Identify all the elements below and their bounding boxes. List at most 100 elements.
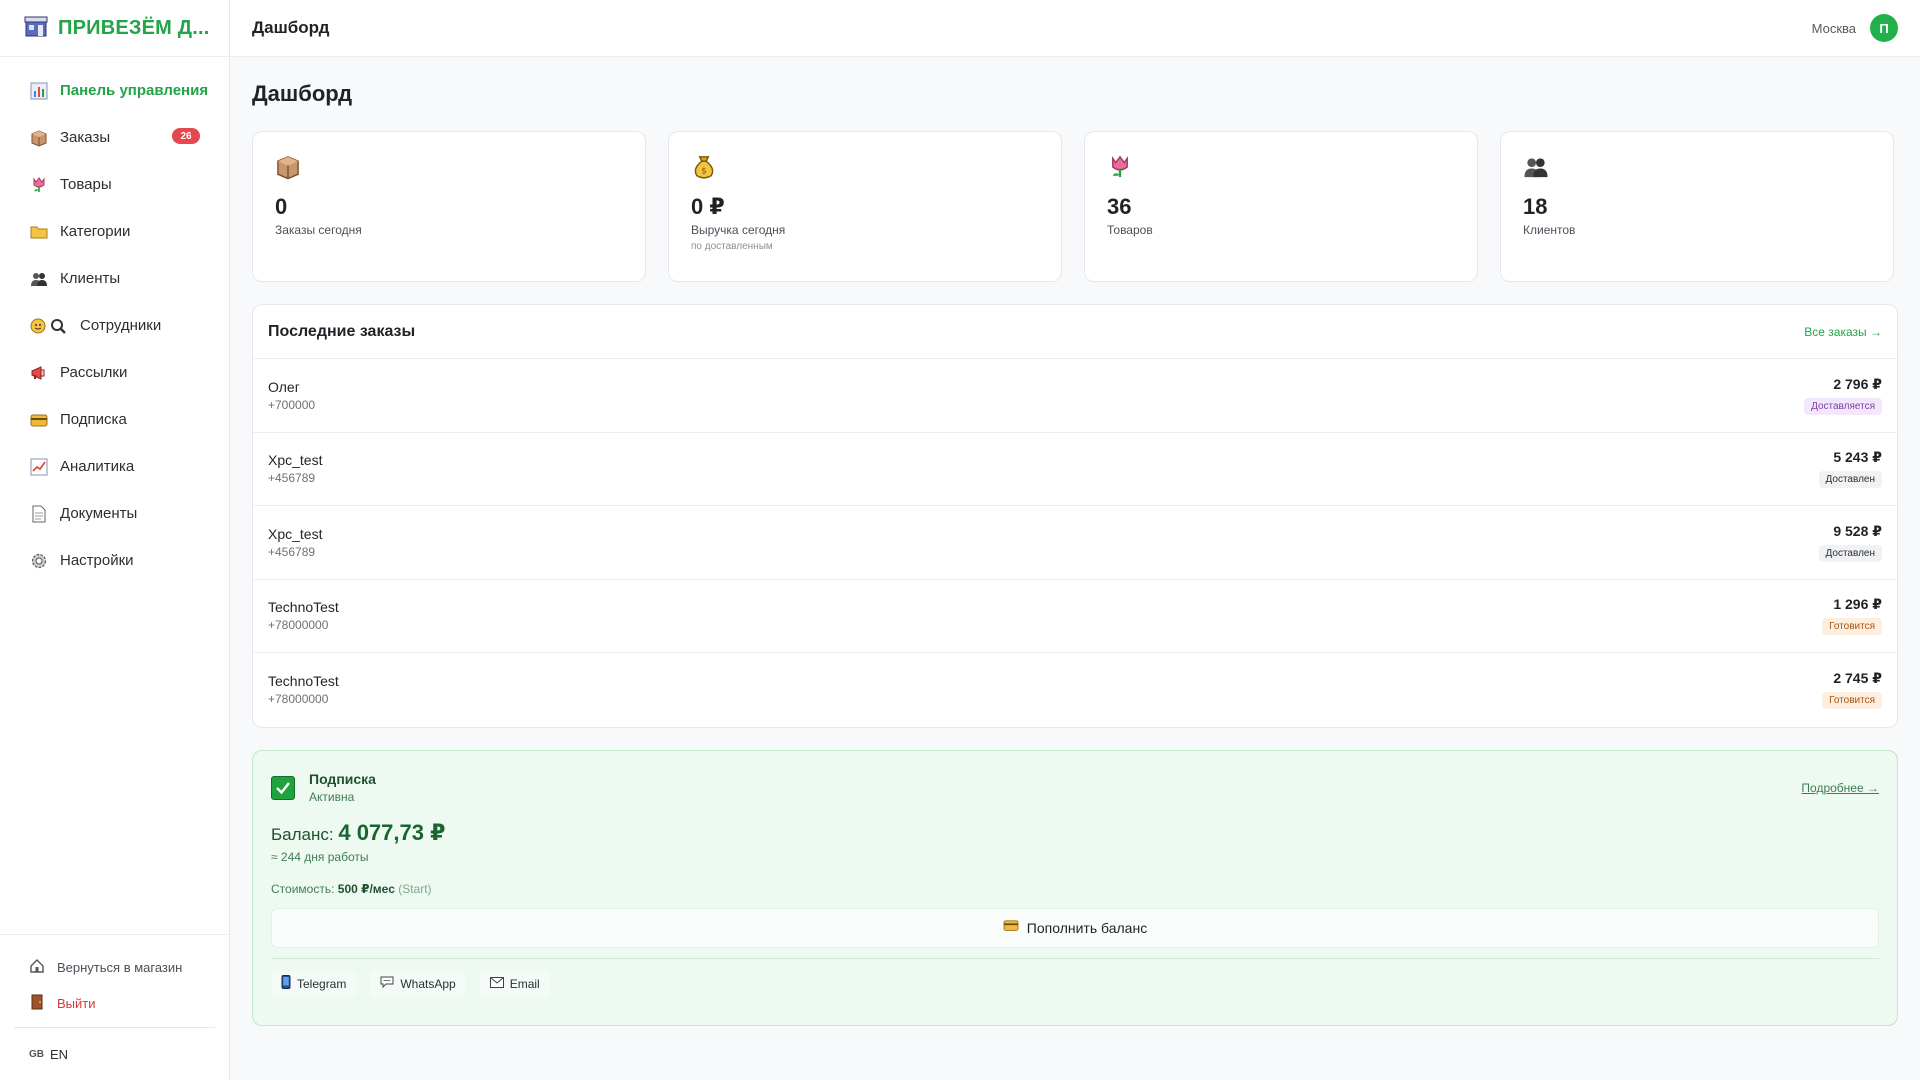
sidebar-item-products[interactable]: Товары: [0, 161, 229, 208]
sidebar-item-label: Рассылки: [60, 364, 128, 381]
order-customer-phone: +78000000: [268, 618, 329, 633]
sidebar-nav: Панель управления Заказы 26 Товары Катег…: [0, 57, 229, 584]
megaphone-icon: [30, 364, 48, 382]
sidebar-item-label: Клиенты: [60, 270, 121, 287]
sidebar-item-staff[interactable]: Сотрудники: [0, 302, 229, 349]
language-label: EN: [50, 1046, 69, 1062]
sidebar-item-mailings[interactable]: Рассылки: [0, 349, 229, 396]
order-customer: TechnoTest +78000000: [268, 673, 339, 706]
users-icon: [1523, 154, 1549, 180]
tulip-icon: [1107, 154, 1133, 180]
cost-value: 500 ₽/мес: [337, 881, 395, 896]
sidebar-item-categories[interactable]: Категории: [0, 208, 229, 255]
checkmark-icon: [271, 775, 295, 800]
order-summary: 2 745 ₽ Готовится: [1822, 670, 1882, 710]
plan-name: (Start): [398, 881, 432, 896]
order-customer-phone: +78000000: [268, 692, 329, 707]
subscription-card: Подписка Активна Подробнее → Баланс: 4 0…: [252, 749, 1898, 1026]
sidebar-item-documents[interactable]: Документы: [0, 490, 229, 537]
recent-orders-card: Последние заказы Все заказы → Олег +7000…: [252, 304, 1898, 728]
order-status-badge: Готовится: [1822, 618, 1882, 636]
sidebar-item-label: Заказы: [60, 129, 111, 146]
order-row[interactable]: Xpc_test +456789 5 243 ₽ Доставлен: [253, 433, 1897, 506]
sidebar-item-label: Панель управления: [60, 82, 209, 99]
main-content: Дашборд 0 Заказы сегодня $ 0 ₽ Выручка с…: [252, 57, 1898, 1026]
topbar: Дашборд Москва П: [230, 0, 1920, 57]
balance-line: Баланс: 4 077,73 ₽: [271, 820, 1879, 846]
email-contact-button[interactable]: Email: [479, 970, 550, 997]
sidebar-item-label: Сотрудники: [80, 317, 162, 334]
stat-card-revenue-today: $ 0 ₽ Выручка сегодня по доставленным: [668, 131, 1062, 282]
topbar-right: Москва П: [1812, 14, 1898, 42]
subscription-details-link[interactable]: Подробнее →: [1801, 781, 1879, 795]
order-customer-name: Xpc_test: [268, 452, 323, 469]
language-switcher[interactable]: GB EN: [0, 1028, 229, 1080]
order-customer-name: TechnoTest: [268, 599, 339, 616]
divider: [271, 957, 1879, 959]
order-customer: TechnoTest +78000000: [268, 599, 339, 632]
flag-icon: GB: [29, 1048, 44, 1060]
sidebar-item-settings[interactable]: Настройки: [0, 537, 229, 584]
sidebar-item-analytics[interactable]: Аналитика: [0, 443, 229, 490]
sidebar-item-clients[interactable]: Клиенты: [0, 255, 229, 302]
sidebar-item-label: Документы: [60, 505, 138, 522]
order-sum: 1 296 ₽: [1833, 596, 1882, 613]
brand-name: ПРИВЕЗЁМ Д...: [58, 16, 210, 39]
stat-label: Товаров: [1107, 223, 1153, 237]
brand[interactable]: ПРИВЕЗЁМ Д...: [0, 0, 229, 57]
order-status-badge: Готовится: [1822, 692, 1882, 710]
mail-icon: [489, 976, 504, 991]
sidebar-footer: Вернуться в магазин Выйти GB EN: [0, 934, 229, 1080]
order-row[interactable]: TechnoTest +78000000 2 745 ₽ Готовится: [253, 653, 1897, 727]
gear-icon: [30, 552, 48, 570]
order-customer-phone: +456789: [268, 544, 316, 559]
order-customer: Олег +700000: [268, 379, 315, 412]
order-row[interactable]: Олег +700000 2 796 ₽ Доставляется: [253, 359, 1897, 433]
contact-label: WhatsApp: [400, 976, 456, 991]
stats-row: 0 Заказы сегодня $ 0 ₽ Выручка сегодня п…: [252, 131, 1898, 282]
order-customer-phone: +456789: [268, 471, 316, 486]
cost-line: Стоимость: 500 ₽/мес (Start): [271, 882, 1879, 896]
avatar[interactable]: П: [1870, 14, 1898, 42]
staff-icon: [30, 317, 68, 335]
order-summary: 9 528 ₽ Доставлен: [1818, 523, 1882, 562]
logout-label: Выйти: [57, 995, 96, 1011]
stat-label: Заказы сегодня: [275, 223, 362, 237]
logout-link[interactable]: Выйти: [0, 985, 229, 1021]
support-contacts: Telegram WhatsApp Email: [271, 970, 1879, 997]
order-customer: Xpc_test +456789: [268, 526, 322, 559]
door-icon: [29, 994, 45, 1013]
money-bag-icon: $: [691, 154, 717, 180]
contact-label: Email: [509, 976, 540, 991]
sidebar-item-orders[interactable]: Заказы 26: [0, 114, 229, 161]
telegram-contact-button[interactable]: Telegram: [271, 970, 357, 997]
home-icon: [29, 958, 45, 977]
whatsapp-contact-button[interactable]: WhatsApp: [370, 970, 466, 997]
stat-value: 0: [275, 194, 288, 219]
stat-card-products: 36 Товаров: [1084, 131, 1478, 282]
order-summary: 1 296 ₽ Готовится: [1822, 596, 1882, 636]
page-title: Дашборд: [252, 81, 353, 106]
balance-label: Баланс:: [271, 824, 334, 844]
stat-label: Клиентов: [1523, 223, 1576, 237]
tulip-icon: [30, 176, 48, 194]
city-selector[interactable]: Москва: [1812, 21, 1856, 36]
card-icon: [30, 411, 48, 429]
stat-value: 0 ₽: [691, 194, 725, 219]
topup-balance-button[interactable]: Пополнить баланс: [271, 907, 1879, 948]
stat-card-orders-today: 0 Заказы сегодня: [252, 131, 646, 282]
balance-days: ≈ 244 дня работы: [271, 849, 369, 864]
sidebar-item-subscription[interactable]: Подписка: [0, 396, 229, 443]
sidebar-item-label: Категории: [60, 223, 131, 240]
order-row[interactable]: TechnoTest +78000000 1 296 ₽ Готовится: [253, 580, 1897, 653]
order-row[interactable]: Xpc_test +456789 9 528 ₽ Доставлен: [253, 506, 1897, 580]
document-icon: [30, 505, 48, 523]
sidebar-item-dashboard[interactable]: Панель управления: [0, 67, 229, 114]
order-customer-phone: +700000: [268, 397, 316, 412]
topbar-title: Дашборд: [252, 18, 330, 37]
back-to-store-link[interactable]: Вернуться в магазин: [0, 949, 229, 985]
order-customer-name: Xpc_test: [268, 525, 323, 542]
all-orders-link[interactable]: Все заказы →: [1804, 325, 1882, 339]
stat-value: 36: [1107, 194, 1132, 219]
orders-list: Олег +700000 2 796 ₽ Доставляется Xpc_te…: [253, 359, 1897, 727]
